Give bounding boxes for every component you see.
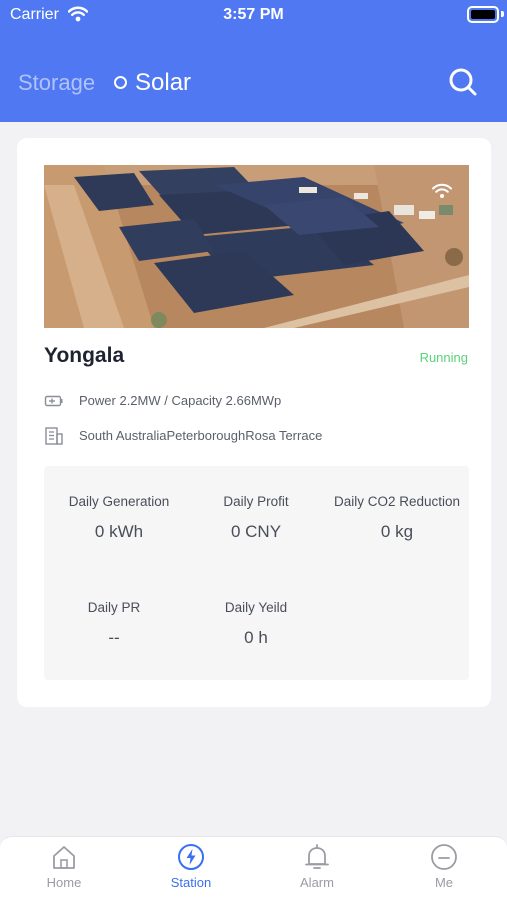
stat-label: Daily Yeild xyxy=(224,600,288,615)
station-status-badge: Running xyxy=(419,350,468,365)
address-row: South AustraliaPeterboroughRosa Terrace xyxy=(44,426,474,446)
stat-daily-pr: Daily PR -- xyxy=(39,600,189,648)
stat-unit: kg xyxy=(395,522,414,541)
wifi-signal-icon xyxy=(432,183,452,198)
active-tab-indicator-icon xyxy=(114,76,127,89)
tab-storage[interactable]: Storage xyxy=(18,70,95,96)
stat-label: Daily PR xyxy=(87,600,141,615)
station-card[interactable]: Yongala Running Power 2.2MW / Capacity 2… xyxy=(17,138,491,707)
tab-solar[interactable]: Solar xyxy=(135,69,191,97)
building-icon xyxy=(45,427,63,445)
battery-icon xyxy=(467,6,499,23)
station-photo xyxy=(44,165,469,328)
stat-value: 0 CNY xyxy=(181,522,331,542)
power-capacity-text: Power 2.2MW / Capacity 2.66MWp xyxy=(79,393,282,408)
stat-number: 0 xyxy=(230,522,241,541)
stat-daily-generation: Daily Generation 0 kWh xyxy=(44,494,194,542)
stat-unit: kWh xyxy=(109,522,144,541)
home-icon xyxy=(53,846,75,869)
stat-value: 0 kWh xyxy=(44,522,194,542)
bottom-navigation: Home Station Alarm Me xyxy=(0,836,507,900)
nav-station-label: Station xyxy=(170,875,212,890)
nav-alarm[interactable]: Alarm xyxy=(277,843,357,890)
bell-icon xyxy=(305,844,329,869)
nav-alarm-label: Alarm xyxy=(300,875,334,890)
user-icon xyxy=(431,844,457,870)
battery-power-icon xyxy=(44,395,63,407)
nav-me[interactable]: Me xyxy=(404,843,484,890)
power-capacity-row: Power 2.2MW / Capacity 2.66MWp xyxy=(44,391,474,411)
address-text: South AustraliaPeterboroughRosa Terrace xyxy=(79,428,323,443)
stat-number: 0 xyxy=(244,628,254,647)
stat-daily-co2-reduction: Daily CO2 Reduction 0 kg xyxy=(322,494,472,542)
nav-home-label: Home xyxy=(46,875,82,890)
stat-value: -- xyxy=(39,628,189,648)
stat-daily-yield: Daily Yeild 0 h xyxy=(181,600,331,648)
battery-nub xyxy=(501,11,504,17)
nav-me-label: Me xyxy=(434,875,454,890)
stat-daily-profit: Daily Profit 0 CNY xyxy=(181,494,331,542)
nav-station[interactable]: Station xyxy=(151,843,231,890)
solar-farm-aerial-image xyxy=(44,165,469,328)
stat-number: 0 xyxy=(380,522,391,541)
stat-number: -- xyxy=(108,628,120,647)
search-icon[interactable] xyxy=(448,67,478,97)
status-bar: Carrier 3:57 PM xyxy=(0,0,507,30)
stat-value: 0 h xyxy=(181,628,331,648)
daily-stats-panel: Daily Generation 0 kWh Daily Profit 0 CN… xyxy=(44,466,469,680)
stat-unit: CNY xyxy=(245,522,282,541)
stat-value: 0 kg xyxy=(322,522,472,542)
status-time: 3:57 PM xyxy=(223,6,284,23)
stat-label: Daily Generation xyxy=(68,494,170,509)
app-header: Carrier 3:57 PM Storage Solar xyxy=(0,0,507,122)
nav-home[interactable]: Home xyxy=(24,843,104,890)
stat-label: Daily Profit xyxy=(223,494,289,509)
stat-label: Daily CO2 Reduction xyxy=(333,494,461,509)
stat-unit: h xyxy=(258,628,268,647)
stat-number: 0 xyxy=(94,522,105,541)
lightning-icon xyxy=(178,844,204,870)
station-name: Yongala xyxy=(44,344,125,367)
